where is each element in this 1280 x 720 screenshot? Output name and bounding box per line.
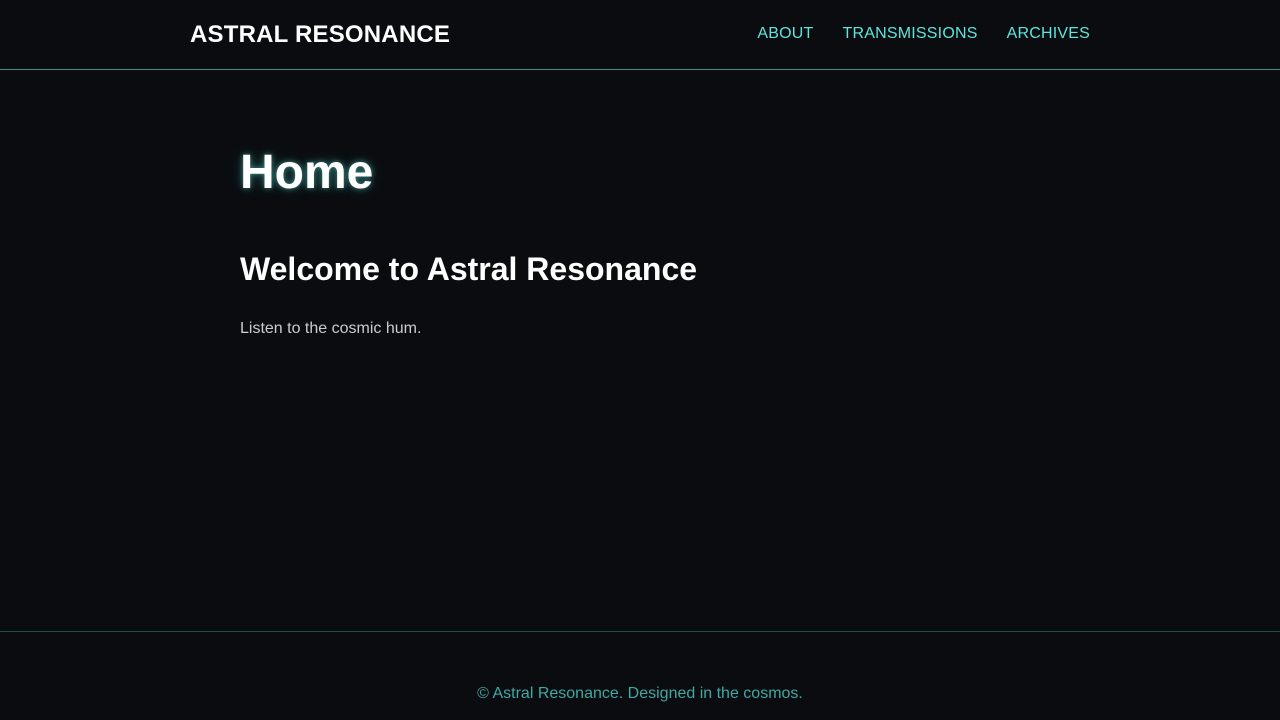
- intro-text: Listen to the cosmic hum.: [240, 320, 422, 337]
- nav-link-about[interactable]: ABOUT: [757, 24, 813, 44]
- main-nav: ABOUT TRANSMISSIONS ARCHIVES: [757, 24, 1090, 44]
- page-title: Home: [240, 146, 374, 199]
- nav-link-archives[interactable]: ARCHIVES: [1007, 24, 1090, 44]
- nav-link-transmissions[interactable]: TRANSMISSIONS: [843, 24, 978, 44]
- welcome-heading: Welcome to Astral Resonance: [240, 251, 698, 287]
- site-footer: © Astral Resonance. Designed in the cosm…: [0, 631, 1280, 720]
- site-header: ASTRAL RESONANCE ABOUT TRANSMISSIONS ARC…: [0, 0, 1280, 70]
- footer-copyright: © Astral Resonance. Designed in the cosm…: [477, 685, 803, 702]
- site-logo-link[interactable]: ASTRAL RESONANCE: [190, 20, 450, 50]
